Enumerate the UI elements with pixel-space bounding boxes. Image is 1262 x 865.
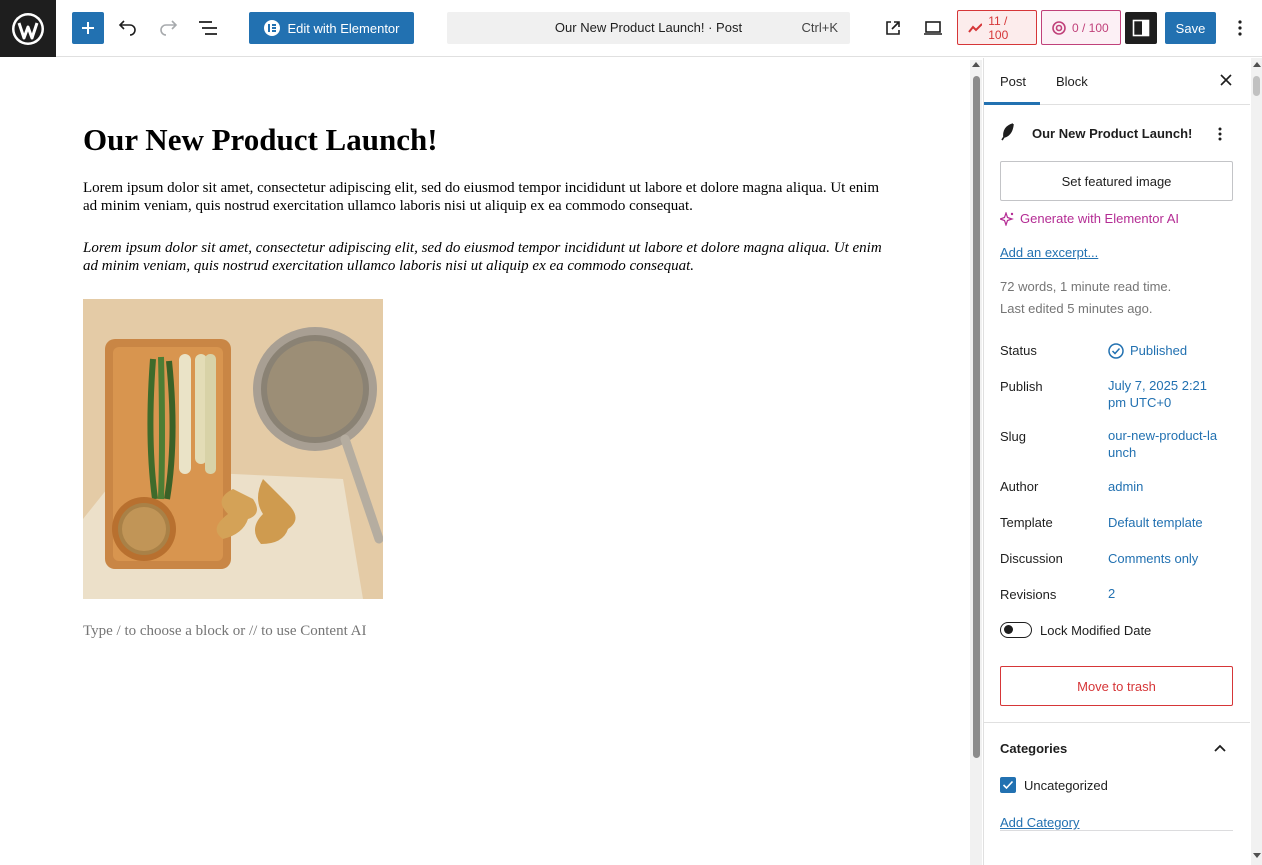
- undo-icon[interactable]: [116, 14, 140, 42]
- redo-icon[interactable]: [156, 14, 180, 42]
- wordpress-logo-icon[interactable]: [0, 0, 56, 57]
- revisions-label: Revisions: [1000, 587, 1057, 602]
- readability-score-icon: [1052, 20, 1066, 35]
- readability-score-badge[interactable]: 0 / 100: [1041, 10, 1121, 45]
- post-summary-header: Our New Product Launch!: [1000, 123, 1234, 145]
- panel-scrollbar-thumb[interactable]: [1253, 76, 1260, 96]
- canvas-scrollbar-thumb[interactable]: [973, 76, 980, 758]
- command-shortcut: Ctrl+K: [801, 20, 838, 35]
- panel-tabs: Post Block: [984, 58, 1250, 105]
- elementor-icon: [263, 20, 280, 36]
- publish-date-value[interactable]: July 7, 2025 2:21 pm UTC+0: [1108, 377, 1208, 411]
- uncategorized-checkbox[interactable]: [1000, 777, 1016, 793]
- status-value[interactable]: Published: [1108, 342, 1228, 359]
- edit-with-elementor-button[interactable]: Edit with Elementor: [249, 12, 414, 44]
- panel-scroll-up-icon[interactable]: [1253, 62, 1261, 67]
- discussion-value[interactable]: Comments only: [1108, 550, 1228, 567]
- word-count: 72 words, 1 minute read time.: [1000, 279, 1172, 294]
- slug-label: Slug: [1000, 429, 1027, 444]
- panel-post-title: Our New Product Launch!: [1032, 126, 1193, 141]
- seo-score-badge[interactable]: 11 / 100: [957, 10, 1037, 45]
- publish-label: Publish: [1000, 379, 1043, 394]
- preview-device-icon[interactable]: [920, 14, 946, 42]
- status-label: Status: [1000, 343, 1037, 358]
- post-actions-menu-icon[interactable]: [1218, 127, 1222, 141]
- categories-underline: [1000, 830, 1233, 831]
- author-label: Author: [1000, 479, 1039, 494]
- tab-block[interactable]: Block: [1056, 74, 1088, 89]
- last-edited: Last edited 5 minutes ago.: [1000, 301, 1153, 316]
- add-category-link[interactable]: Add Category: [1000, 815, 1080, 830]
- editor-toolbar: Edit with Elementor Our New Product Laun…: [0, 0, 1262, 57]
- set-featured-image-button[interactable]: Set featured image: [1000, 161, 1233, 201]
- add-block-button[interactable]: [72, 12, 104, 44]
- generate-ai-label: Generate with Elementor AI: [1020, 211, 1179, 226]
- template-label: Template: [1000, 515, 1053, 530]
- command-title: Our New Product Launch! · Post: [554, 20, 743, 35]
- seo-score-icon: [968, 22, 983, 33]
- tab-post[interactable]: Post: [1000, 74, 1026, 89]
- category-item[interactable]: Uncategorized: [1024, 778, 1108, 793]
- slug-value[interactable]: our-new-product-launch: [1108, 427, 1220, 461]
- add-excerpt-link[interactable]: Add an excerpt...: [1000, 245, 1098, 260]
- move-to-trash-button[interactable]: Move to trash: [1000, 666, 1233, 706]
- active-tab-indicator: [984, 102, 1040, 105]
- paragraph-block[interactable]: Lorem ipsum dolor sit amet, consectetur …: [83, 179, 893, 215]
- sparkle-icon: [1000, 211, 1014, 226]
- revisions-value[interactable]: 2: [1108, 585, 1228, 602]
- published-check-icon: [1108, 342, 1124, 359]
- paragraph-block-italic[interactable]: Lorem ipsum dolor sit amet, consectetur …: [83, 239, 893, 275]
- template-value[interactable]: Default template: [1108, 514, 1228, 531]
- document-overview-icon[interactable]: [196, 14, 220, 42]
- settings-sidebar-toggle-icon[interactable]: [1125, 12, 1157, 44]
- post-title[interactable]: Our New Product Launch!: [83, 122, 438, 158]
- save-button[interactable]: Save: [1165, 12, 1216, 44]
- block-appender-placeholder[interactable]: Type / to choose a block or // to use Co…: [83, 623, 366, 640]
- image-block[interactable]: [83, 299, 384, 599]
- canvas-scroll-up-icon[interactable]: [972, 62, 980, 67]
- status-text: Published: [1130, 343, 1188, 358]
- elementor-label: Edit with Elementor: [287, 20, 400, 36]
- lock-modified-date-toggle[interactable]: [1000, 622, 1032, 638]
- view-post-icon[interactable]: [881, 14, 905, 42]
- discussion-label: Discussion: [1000, 551, 1063, 566]
- post-feather-icon: [1001, 123, 1014, 141]
- panel-scrollbar[interactable]: [1251, 58, 1262, 865]
- panel-scroll-down-icon[interactable]: [1253, 853, 1261, 858]
- seo-score-value: 11 / 100: [988, 13, 1009, 42]
- chevron-up-icon[interactable]: [1212, 740, 1228, 756]
- readability-score-value: 0 / 100: [1072, 20, 1109, 35]
- lock-modified-date-label: Lock Modified Date: [1040, 623, 1152, 638]
- author-value[interactable]: admin: [1108, 478, 1228, 495]
- options-menu-icon[interactable]: [1230, 14, 1250, 42]
- close-icon[interactable]: [1218, 72, 1234, 88]
- generate-ai-link[interactable]: Generate with Elementor AI: [1000, 211, 1179, 226]
- section-divider: [984, 722, 1250, 723]
- command-palette-bar[interactable]: Our New Product Launch! · Post Ctrl+K: [447, 12, 850, 44]
- categories-title[interactable]: Categories: [1000, 741, 1067, 756]
- settings-panel: Post Block Our New Product Launch! Set f…: [984, 58, 1250, 865]
